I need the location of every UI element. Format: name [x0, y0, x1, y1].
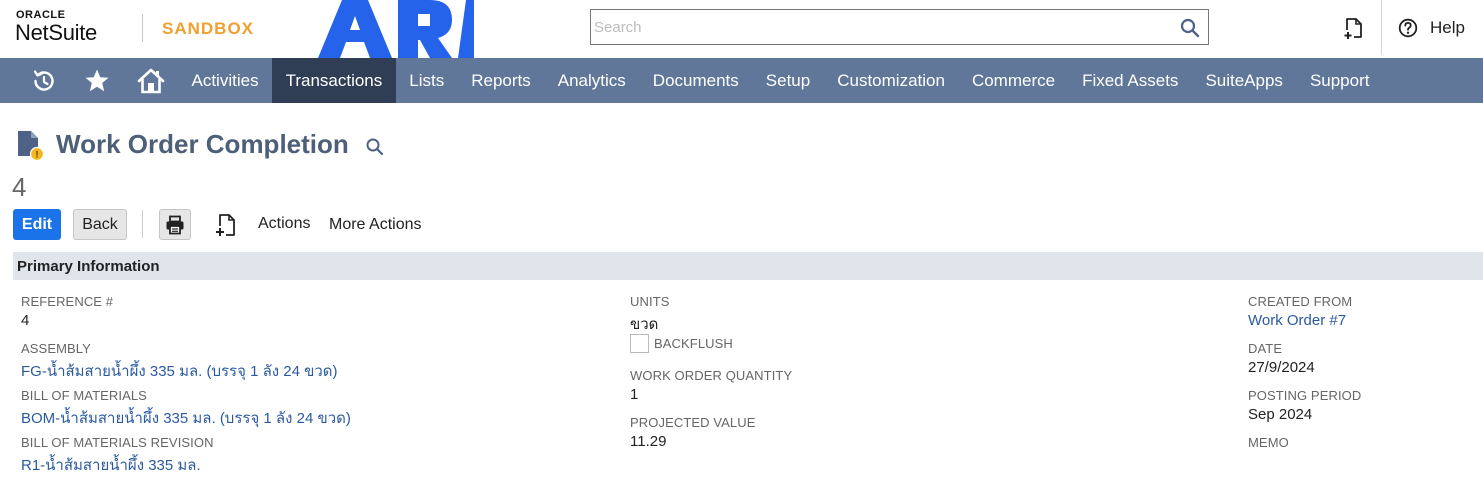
print-icon	[166, 215, 184, 234]
field-value: 4	[21, 312, 30, 329]
field-label: WORK ORDER QUANTITY	[630, 368, 793, 383]
nav-home[interactable]	[124, 58, 178, 103]
assembly-field: ASSEMBLY FG-น้ำส้มสายน้ำผึ้ง 335 มล. (บร…	[21, 341, 338, 383]
nav-item-fixed-assets[interactable]: Fixed Assets	[1069, 58, 1192, 103]
nav-item-customization[interactable]: Customization	[824, 58, 959, 103]
bill-of-materials-link[interactable]: BOM-น้ำส้มสายน้ำผึ้ง 335 มล. (บรรจุ 1 ลั…	[21, 406, 351, 430]
nav-item-lists[interactable]: Lists	[396, 58, 458, 103]
bill-of-materials-field: BILL OF MATERIALS BOM-น้ำส้มสายน้ำผึ้ง 3…	[21, 388, 351, 430]
field-label: DATE	[1248, 341, 1283, 356]
field-value: ขวด	[630, 316, 659, 333]
backflush-field: BACKFLUSH	[630, 334, 733, 353]
projected-value-field: PROJECTED VALUE 11.29	[630, 415, 756, 450]
search-input[interactable]	[594, 10, 1174, 44]
help-label: Help	[1430, 18, 1465, 37]
nav-recent-records[interactable]	[16, 58, 70, 103]
field-label: MEMO	[1248, 435, 1289, 450]
print-button[interactable]	[159, 209, 191, 240]
created-from-link[interactable]: Work Order #7	[1248, 312, 1352, 329]
toolbar-divider	[142, 210, 143, 238]
nav-item-support[interactable]: Support	[1296, 58, 1383, 103]
add-record-icon[interactable]	[1342, 16, 1366, 40]
history-icon	[33, 69, 54, 91]
sandbox-label: SANDBOX	[162, 19, 255, 38]
header-divider	[1381, 0, 1382, 55]
record-number: 4	[12, 172, 27, 202]
bom-revision-link[interactable]: R1-น้ำส้มสายน้ำผึ้ง 335 มล.	[21, 453, 214, 477]
posting-period-field: POSTING PERIOD Sep 2024	[1248, 388, 1361, 423]
nav-favorites[interactable]	[70, 58, 124, 103]
field-value: 11.29	[630, 433, 667, 450]
created-from-field: CREATED FROM Work Order #7	[1248, 294, 1352, 329]
nav-item-activities[interactable]: Activities	[178, 58, 272, 103]
netsuite-wordmark: NetSuite	[15, 20, 97, 45]
date-field: DATE 27/9/2024	[1248, 341, 1315, 376]
star-icon	[85, 69, 109, 91]
section-title: Primary Information	[17, 258, 160, 275]
field-label: BACKFLUSH	[654, 336, 733, 351]
search-icon[interactable]	[1180, 18, 1200, 38]
nav-item-setup[interactable]: Setup	[752, 58, 823, 103]
field-value: Sep 2024	[1248, 406, 1313, 423]
primary-information-section[interactable]: Primary Information	[13, 252, 1483, 280]
edit-button[interactable]: Edit	[13, 209, 61, 240]
field-value: 1	[630, 386, 639, 403]
reference-field: REFERENCE # 4	[21, 294, 113, 329]
nav-item-suiteapps[interactable]: SuiteApps	[1192, 58, 1297, 103]
work-order-quantity-field: WORK ORDER QUANTITY 1	[630, 368, 792, 403]
page-title: Work Order Completion	[56, 129, 349, 159]
field-label: POSTING PERIOD	[1248, 388, 1362, 403]
bom-revision-field: BILL OF MATERIALS REVISION R1-น้ำส้มสายน…	[21, 435, 214, 477]
field-label: REFERENCE #	[21, 294, 114, 309]
svg-text:!: !	[36, 150, 39, 160]
field-value: 27/9/2024	[1248, 359, 1315, 376]
document-icon: !	[18, 131, 45, 162]
help-icon	[1398, 18, 1418, 38]
nav-item-reports[interactable]: Reports	[458, 58, 545, 103]
field-label: UNITS	[630, 294, 670, 309]
ari-logo	[318, 0, 474, 58]
global-search[interactable]	[590, 9, 1209, 45]
header-divider	[142, 14, 143, 42]
help-link[interactable]: Help	[1398, 16, 1465, 40]
field-label: ASSEMBLY	[21, 341, 91, 356]
nav-item-transactions[interactable]: Transactions	[272, 58, 396, 103]
actions-menu[interactable]: Actions	[258, 215, 310, 233]
nav-item-documents[interactable]: Documents	[639, 58, 752, 103]
field-label: BILL OF MATERIALS	[21, 388, 147, 403]
global-header: ORACLE NetSuite SANDBOX Help	[0, 0, 1483, 58]
nav-item-analytics[interactable]: Analytics	[544, 58, 639, 103]
add-record-icon[interactable]	[214, 212, 238, 238]
main-navigation: Activities Transactions Lists Reports An…	[0, 58, 1483, 103]
field-label: CREATED FROM	[1248, 294, 1353, 309]
assembly-link[interactable]: FG-น้ำส้มสายน้ำผึ้ง 335 มล. (บรรจุ 1 ลัง…	[21, 359, 338, 383]
search-icon[interactable]	[365, 137, 385, 157]
nav-item-commerce[interactable]: Commerce	[958, 58, 1068, 103]
more-actions-menu[interactable]: More Actions	[329, 216, 421, 234]
field-label: PROJECTED VALUE	[630, 415, 756, 430]
backflush-checkbox[interactable]	[630, 334, 649, 353]
memo-field: MEMO	[1248, 435, 1289, 450]
field-label: BILL OF MATERIALS REVISION	[21, 435, 214, 450]
back-button[interactable]: Back	[73, 209, 127, 240]
home-icon	[137, 68, 165, 93]
units-field: UNITS ขวด	[630, 294, 670, 336]
